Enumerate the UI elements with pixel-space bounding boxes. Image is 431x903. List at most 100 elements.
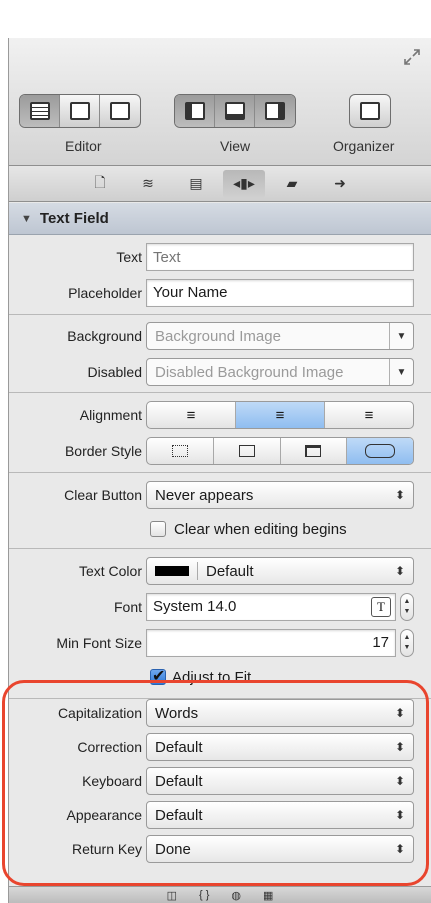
min-font-input[interactable]: 17 (146, 629, 396, 657)
capitalization-value: Words (155, 704, 199, 722)
connections-icon: ➜ (334, 175, 346, 191)
debug-area-toggle-button[interactable] (215, 95, 255, 127)
adjust-to-fit-label: Adjust to Fit (172, 668, 252, 686)
keyboard-row: Keyboard Default ⬍ (9, 764, 431, 798)
appearance-row: Appearance Default ⬍ (9, 798, 431, 832)
identity-inspector-tab[interactable]: ▤ (175, 170, 217, 198)
return-key-label: Return Key (71, 841, 142, 857)
border-rounded-button[interactable] (347, 438, 413, 464)
correction-popup[interactable]: Default ⬍ (146, 733, 414, 761)
correction-value: Default (155, 738, 203, 756)
disabled-image-placeholder: Disabled Background Image (155, 363, 344, 381)
return-key-value: Done (155, 840, 191, 858)
border-bezel-button[interactable] (281, 438, 348, 464)
border-line-button[interactable] (214, 438, 281, 464)
align-right-button[interactable]: ≡ (325, 402, 413, 428)
standard-editor-button[interactable] (20, 95, 60, 127)
min-font-stepper[interactable]: ▲ ▼ (400, 629, 414, 657)
divider (9, 392, 431, 393)
text-label: Text (116, 249, 142, 265)
navigator-toggle-button[interactable] (175, 95, 215, 127)
identity-icon: ▤ (189, 175, 203, 191)
clear-button-popup[interactable]: Never appears ⬍ (146, 481, 414, 509)
placeholder-row: Placeholder Your Name (9, 276, 431, 310)
background-image-combo[interactable]: Background Image ▼ (146, 322, 414, 350)
alignment-segmented-control: ≡ ≡ ≡ (146, 401, 414, 429)
disabled-image-combo[interactable]: Disabled Background Image ▼ (146, 358, 414, 386)
quick-help-tab[interactable]: ≋ (127, 170, 169, 198)
inspector-tab-bar: 🗋 ≋ ▤ ◂▮▸ ▰ ➜ (9, 166, 431, 202)
placeholder-label: Placeholder (68, 285, 142, 301)
alignment-row: Alignment ≡ ≡ ≡ (9, 398, 431, 432)
assistant-editor-button[interactable] (60, 95, 100, 127)
return-key-popup[interactable]: Done ⬍ (146, 835, 414, 863)
font-size-stepper[interactable]: ▲ ▼ (400, 593, 414, 621)
border-style-label: Border Style (64, 443, 142, 459)
object-library-icon[interactable]: ◍ (231, 889, 241, 902)
media-library-icon[interactable]: ▦ (263, 889, 273, 902)
color-swatch (155, 566, 189, 576)
view-segmented-control (174, 94, 296, 128)
organizer-button[interactable] (350, 95, 390, 127)
min-font-label: Min Font Size (56, 635, 142, 651)
background-image-placeholder: Background Image (155, 327, 281, 345)
alignment-label: Alignment (79, 407, 142, 423)
adjust-to-fit-checkbox[interactable] (150, 666, 166, 686)
clear-button-value: Never appears (155, 486, 254, 504)
placeholder-input[interactable]: Your Name (146, 279, 414, 307)
clear-button-label: Clear Button (64, 487, 142, 503)
align-center-icon: ≡ (275, 406, 285, 424)
appearance-value: Default (155, 806, 203, 824)
capitalization-popup[interactable]: Words ⬍ (146, 699, 414, 727)
dropdown-arrow-icon[interactable]: ▼ (389, 323, 413, 349)
text-color-popup[interactable]: Default ⬍ (146, 557, 414, 585)
expand-icon[interactable] (403, 48, 421, 66)
font-picker-icon[interactable]: T (371, 597, 391, 617)
popup-arrows-icon: ⬍ (394, 488, 405, 502)
popup-arrows-icon: ⬍ (394, 808, 405, 822)
font-label: Font (113, 599, 142, 615)
version-editor-icon (110, 102, 130, 120)
size-inspector-tab[interactable]: ▰ (271, 170, 313, 198)
return-key-row: Return Key Done ⬍ (9, 832, 431, 866)
dropdown-arrow-icon[interactable]: ▼ (389, 359, 413, 385)
capitalization-row: Capitalization Words ⬍ (9, 696, 431, 730)
clear-editing-checkbox[interactable] (150, 521, 166, 537)
border-rounded-icon (365, 444, 396, 458)
code-snippet-library-icon[interactable]: { } (199, 889, 209, 901)
correction-label: Correction (77, 739, 142, 755)
font-field[interactable]: System 14.0 T (146, 593, 396, 621)
file-template-library-icon[interactable]: ◫ (167, 889, 177, 902)
utilities-toggle-button[interactable] (255, 95, 295, 127)
correction-row: Correction Default ⬍ (9, 730, 431, 764)
file-inspector-tab[interactable]: 🗋 (79, 170, 121, 198)
divider (9, 472, 431, 473)
appearance-popup[interactable]: Default ⬍ (146, 801, 414, 829)
text-color-value: Default (206, 562, 254, 580)
text-input[interactable] (146, 243, 414, 271)
editor-label: Editor (65, 138, 102, 154)
align-left-button[interactable]: ≡ (147, 402, 236, 428)
connections-inspector-tab[interactable]: ➜ (319, 170, 361, 198)
organizer-button-frame (349, 94, 391, 128)
attributes-inspector-tab[interactable]: ◂▮▸ (223, 169, 265, 198)
divider (9, 314, 431, 315)
popup-arrows-icon: ⬍ (394, 564, 405, 578)
text-field-section-header[interactable]: ▼ Text Field (9, 203, 431, 235)
utilities-panel-icon (265, 102, 285, 120)
version-editor-button[interactable] (100, 95, 140, 127)
keyboard-popup[interactable]: Default ⬍ (146, 767, 414, 795)
border-none-button[interactable] (147, 438, 214, 464)
adjust-to-fit-row: Adjust to Fit (9, 660, 431, 694)
divider (9, 548, 431, 549)
debug-panel-icon (224, 102, 245, 120)
border-line-icon (238, 445, 255, 457)
clear-editing-row: Clear when editing begins (9, 512, 431, 546)
organizer-icon (360, 102, 380, 120)
min-font-row: Min Font Size 17 ▲ ▼ (9, 626, 431, 660)
background-label: Background (67, 328, 142, 344)
align-center-button[interactable]: ≡ (236, 402, 325, 428)
text-color-label: Text Color (78, 563, 142, 579)
navigator-panel-icon (184, 102, 205, 120)
clear-button-row: Clear Button Never appears ⬍ (9, 478, 431, 512)
